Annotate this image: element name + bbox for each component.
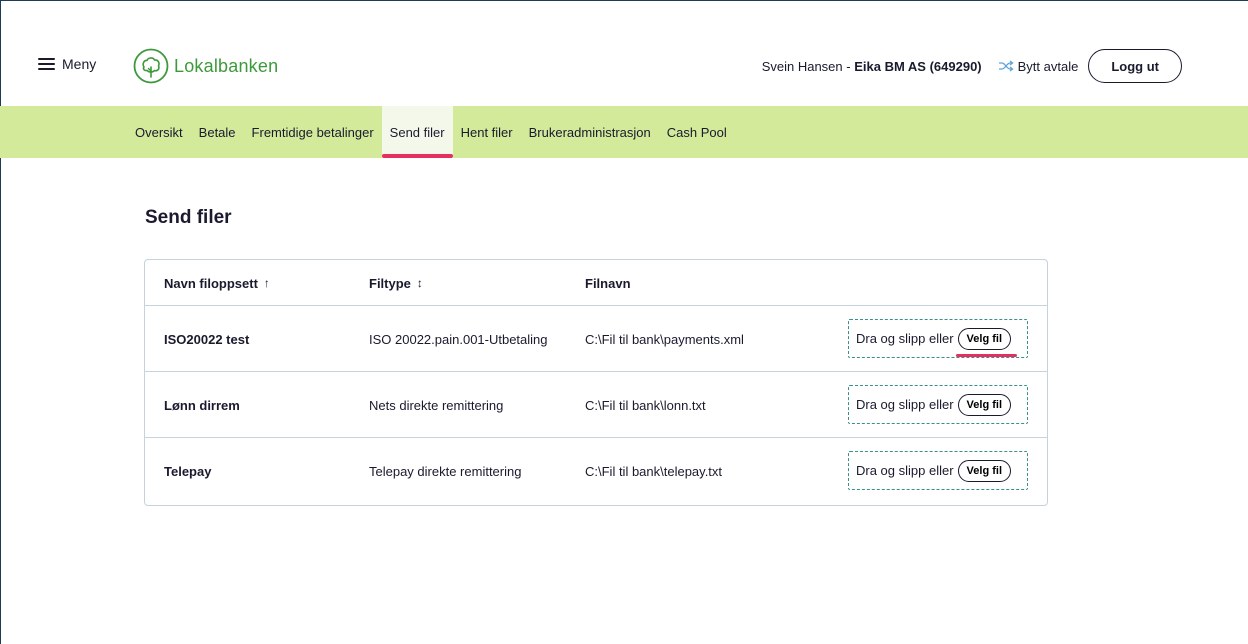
row-filename: C:\Fil til bank\telepay.txt (585, 463, 723, 479)
nav-item-fremtidige-betalinger[interactable]: Fremtidige betalinger (244, 106, 382, 158)
file-dropzone[interactable]: Dra og slipp eller Velg fil (848, 319, 1028, 358)
table-header: Navn filoppsett ↑ Filtype ↕ Filnavn (145, 260, 1047, 306)
table-row: Lønn dirrem Nets direkte remittering C:\… (145, 372, 1047, 438)
menu-button[interactable]: Meny (38, 56, 96, 72)
table-row: Telepay Telepay direkte remittering C:\F… (145, 438, 1047, 504)
switch-agreement-link[interactable]: Bytt avtale (998, 58, 1079, 74)
nav-item-brukeradministrasjon[interactable]: Brukeradministrasjon (521, 106, 659, 158)
file-dropzone[interactable]: Dra og slipp eller Velg fil (848, 385, 1028, 424)
page-title: Send filer (145, 207, 232, 228)
row-filetype: Nets direkte remittering (369, 397, 504, 413)
user-organization: Eika BM AS (649290) (854, 58, 982, 74)
row-name: Telepay (164, 463, 212, 479)
column-header-type[interactable]: Filtype ↕ (369, 260, 423, 306)
hamburger-icon (38, 58, 55, 70)
file-dropzone[interactable]: Dra og slipp eller Velg fil (848, 451, 1028, 490)
row-filename: C:\Fil til bank\lonn.txt (585, 397, 706, 413)
dropzone-text: Dra og slipp eller (856, 331, 954, 346)
header: Meny Lokalbanken Svein Hansen - Eika BM … (0, 0, 1248, 106)
logout-button[interactable]: Logg ut (1088, 49, 1182, 83)
choose-file-button[interactable]: Velg fil (957, 393, 1012, 416)
nav-item-cash-pool[interactable]: Cash Pool (659, 106, 735, 158)
sort-icon: ↕ (416, 276, 423, 290)
logo[interactable]: Lokalbanken (133, 48, 278, 84)
user-separator: - (842, 58, 855, 74)
nav-items: Oversikt Betale Fremtidige betalinger Se… (127, 106, 735, 158)
column-header-type-label: Filtype (369, 275, 411, 291)
row-name: ISO20022 test (164, 331, 250, 347)
nav-item-send-filer[interactable]: Send filer (381, 106, 453, 158)
tree-icon (133, 48, 169, 84)
shuffle-icon (998, 60, 1014, 72)
dropzone-text: Dra og slipp eller (856, 397, 954, 412)
nav-item-oversikt[interactable]: Oversikt (127, 106, 191, 158)
column-header-name[interactable]: Navn filoppsett ↑ (164, 260, 270, 306)
menu-label: Meny (62, 56, 97, 72)
dropzone-text: Dra og slipp eller (856, 463, 954, 478)
column-header-filename: Filnavn (585, 260, 631, 306)
row-name: Lønn dirrem (164, 397, 240, 413)
row-filetype: Telepay direkte remittering (369, 463, 522, 479)
row-filetype: ISO 20022.pain.001-Utbetaling (369, 331, 548, 347)
header-user-area: Svein Hansen - Eika BM AS (649290) Bytt … (762, 49, 1182, 83)
main-navigation: Oversikt Betale Fremtidige betalinger Se… (0, 106, 1248, 158)
column-header-name-label: Navn filoppsett (164, 275, 258, 291)
choose-file-button[interactable]: Velg fil (957, 459, 1012, 482)
switch-agreement-label: Bytt avtale (1017, 58, 1079, 74)
nav-item-hent-filer[interactable]: Hent filer (453, 106, 521, 158)
user-name: Svein Hansen (761, 58, 843, 74)
column-header-filename-label: Filnavn (585, 275, 631, 291)
table-row: ISO20022 test ISO 20022.pain.001-Utbetal… (145, 306, 1047, 372)
row-filename: C:\Fil til bank\payments.xml (585, 331, 744, 347)
choose-file-button[interactable]: Velg fil (955, 327, 1018, 357)
nav-item-betale[interactable]: Betale (191, 106, 244, 158)
arrow-up-icon: ↑ (263, 276, 270, 290)
logo-text: Lokalbanken (174, 55, 279, 76)
file-setup-table: Navn filoppsett ↑ Filtype ↕ Filnavn ISO2… (144, 259, 1048, 506)
